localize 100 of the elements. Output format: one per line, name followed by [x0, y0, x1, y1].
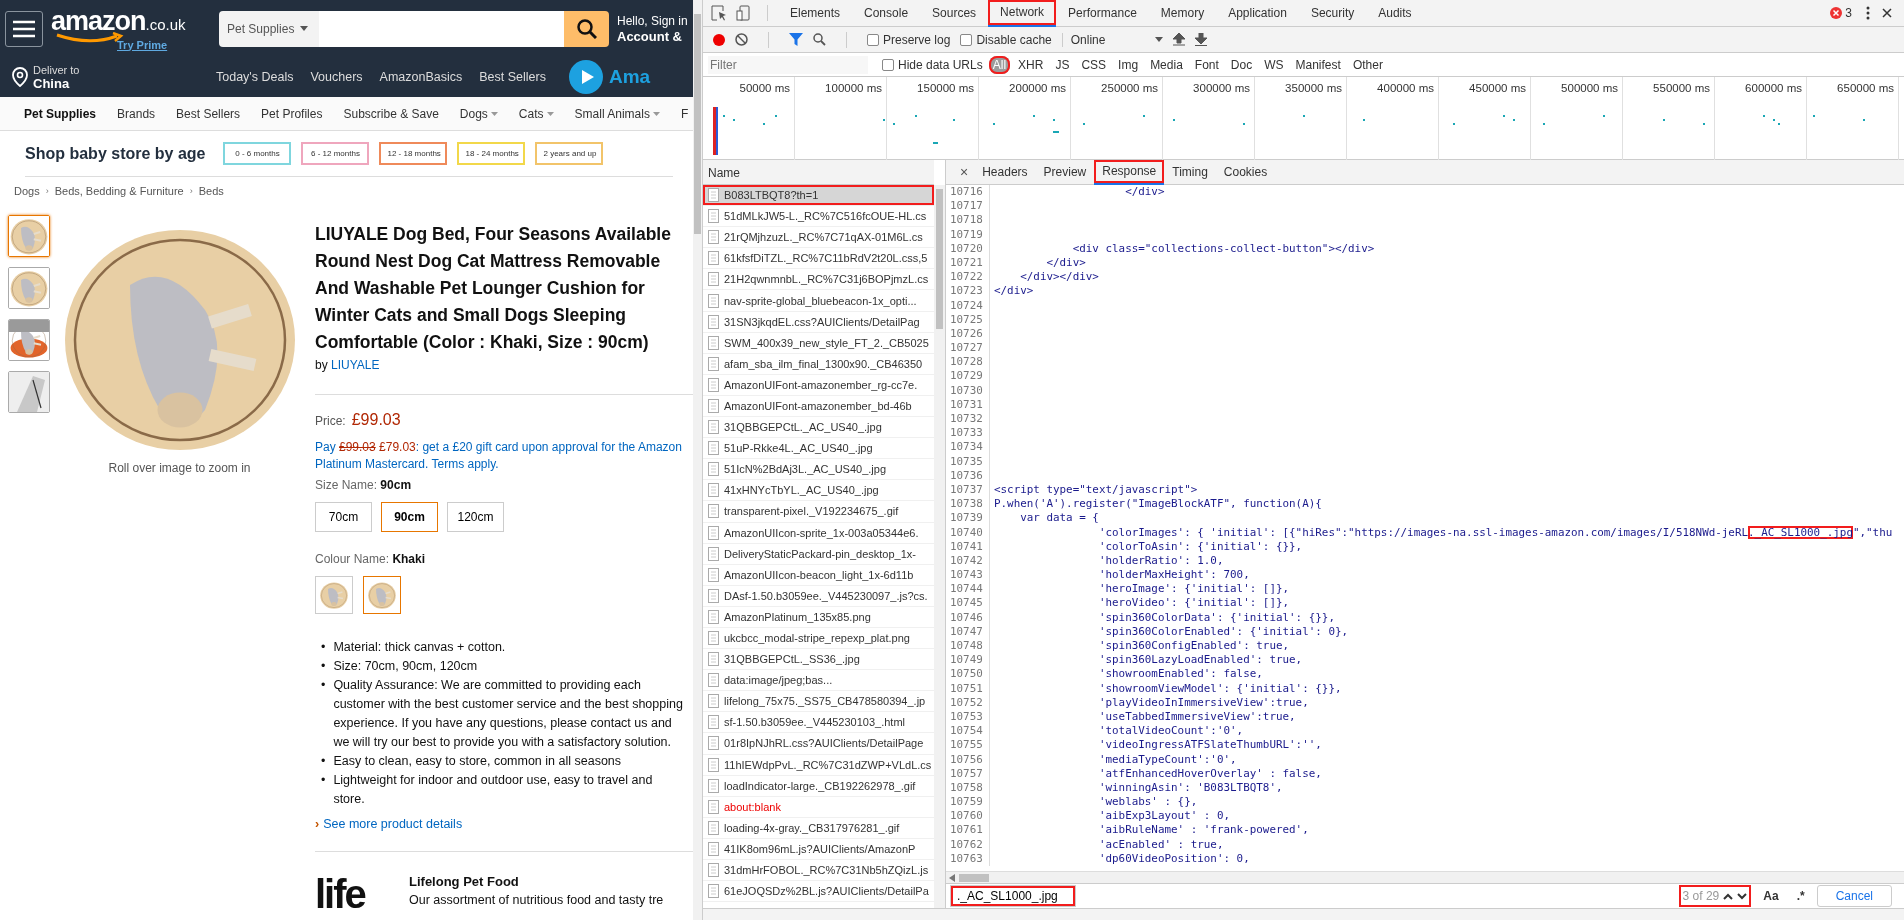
checkbox[interactable]: [960, 33, 973, 46]
type-filter[interactable]: Font: [1190, 55, 1223, 74]
type-filter[interactable]: Doc: [1226, 55, 1257, 74]
devtools-tab[interactable]: Network: [988, 0, 1057, 27]
request-row[interactable]: 21rQMjhzuzL._RC%7C71qAX-01M6L.cs: [703, 227, 934, 249]
request-row[interactable]: loadIndicator-large._CB192262978_.gif: [703, 775, 934, 797]
more-icon[interactable]: [1866, 6, 1870, 20]
request-row[interactable]: 61kfsfDiTZL._RC%7C11bRdV2t20L.css,5: [703, 248, 934, 270]
scrollbar[interactable]: [946, 871, 1904, 883]
request-row[interactable]: 41xHNYcTbYL._AC_US40_.jpg: [703, 480, 934, 502]
request-row[interactable]: 31SN3jkqdEL.css?AUIClients/DetailPag: [703, 311, 934, 333]
account-menu[interactable]: Hello, Sign in Account &: [617, 13, 688, 44]
offer-text[interactable]: Pay £99.03 £79.03: get a £20 gift card upon approval for the Amazon Platinum Mastercard. Terms apply.: [315, 439, 693, 473]
scroll-thumb[interactable]: [959, 873, 989, 882]
error-count[interactable]: 3: [1845, 6, 1852, 20]
request-row[interactable]: AmazonPlatinum_135x85.png: [703, 606, 934, 628]
nav-link[interactable]: Best Sellers: [479, 70, 546, 84]
category-link[interactable]: Pet Supplies: [24, 106, 97, 121]
request-row[interactable]: 51dMLkJW5-L._RC%7C516fcOUE-HL.cs: [703, 206, 934, 228]
request-row[interactable]: 31QBBGEPCtL._AC_US40_.jpg: [703, 417, 934, 439]
brand-link[interactable]: LIUYALE: [331, 358, 380, 372]
request-row[interactable]: SWM_400x39_new_style_FT_2._CB5025: [703, 332, 934, 354]
category-link[interactable]: Brands: [117, 106, 156, 121]
type-filter[interactable]: JS: [1051, 55, 1074, 74]
thumbnail[interactable]: [8, 215, 50, 257]
checkbox[interactable]: [867, 33, 879, 46]
type-filter[interactable]: WS: [1260, 55, 1288, 74]
see-more-link[interactable]: See more product details: [323, 817, 463, 831]
clear-icon[interactable]: [735, 33, 748, 46]
filter-field[interactable]: Filter: [708, 55, 868, 74]
devtools-tab[interactable]: Elements: [778, 0, 853, 27]
category-link[interactable]: Subscribe & Save: [343, 106, 439, 121]
request-row[interactable]: 51IcN%2BdAj3L._AC_US40_.jpg: [703, 459, 934, 481]
request-row[interactable]: 31QBBGEPCtL._SS36_.jpg: [703, 649, 934, 671]
devtools-tab[interactable]: Security: [1298, 0, 1367, 27]
brand-logo[interactable]: life: [315, 874, 395, 914]
nav-link[interactable]: AmazonBasics: [379, 70, 463, 84]
category-link[interactable]: F: [680, 106, 689, 121]
brand-title[interactable]: Lifelong Pet Food: [409, 874, 664, 889]
devtools-tab[interactable]: Sources: [920, 0, 989, 27]
type-filter[interactable]: Manifest: [1291, 55, 1345, 74]
cancel-button[interactable]: Cancel: [1816, 885, 1892, 907]
request-row[interactable]: data:image/jpeg;bas...: [703, 670, 934, 692]
type-filter[interactable]: Img: [1114, 55, 1143, 74]
upload-icon[interactable]: [1173, 33, 1186, 46]
scrollbar[interactable]: [693, 0, 702, 920]
try-prime-link[interactable]: Try Prime: [117, 38, 201, 51]
devtools-tab[interactable]: Application: [1216, 0, 1299, 27]
case-toggle[interactable]: Aa: [1757, 888, 1785, 904]
breadcrumb-link[interactable]: Beds, Bedding & Furniture: [54, 185, 184, 197]
detail-tab[interactable]: Headers: [974, 159, 1036, 185]
devtools-tab[interactable]: Console: [852, 0, 921, 27]
type-filter[interactable]: CSS: [1077, 55, 1111, 74]
close-icon[interactable]: [1882, 8, 1892, 18]
detail-tab[interactable]: Cookies: [1215, 159, 1276, 185]
request-row[interactable]: DeliveryStaticPackard-pin_desktop_1x-: [703, 543, 934, 565]
play-icon[interactable]: [568, 60, 603, 94]
category-link[interactable]: Cats: [518, 106, 554, 121]
previous-icon[interactable]: [1723, 892, 1734, 900]
category-link[interactable]: Pet Profiles: [261, 106, 323, 121]
request-row[interactable]: AmazonUIIcon-sprite_1x-003a05344e6.: [703, 522, 934, 544]
request-row[interactable]: nav-sprite-global_bluebeacon-1x_opti...: [703, 290, 934, 312]
request-row[interactable]: B083LTBQT8?th=1: [703, 185, 934, 207]
age-link[interactable]: 12 - 18 months: [379, 142, 448, 165]
checkbox[interactable]: [882, 58, 894, 71]
size-option[interactable]: 90cm: [381, 502, 438, 532]
request-row[interactable]: lifelong_75x75._SS75_CB478580394_.jp: [703, 691, 934, 713]
age-link[interactable]: 0 - 6 months: [223, 142, 292, 165]
device-icon[interactable]: [733, 3, 753, 23]
request-row[interactable]: 21H2qwnmnbL._RC%7C31j6BOPjmzL.cs: [703, 269, 934, 291]
request-row[interactable]: afam_sba_ilm_final_1300x90._CB46350: [703, 353, 934, 375]
scroll-left-icon[interactable]: [949, 873, 955, 882]
scrollbar[interactable]: [934, 185, 945, 908]
detail-tab[interactable]: Response: [1094, 159, 1165, 185]
column-header[interactable]: Name: [703, 160, 934, 185]
nav-link[interactable]: Vouchers: [310, 70, 363, 84]
type-filter[interactable]: Media: [1146, 55, 1187, 74]
search-field[interactable]: ._AC_SL1000_.jpg: [950, 885, 1076, 907]
request-row[interactable]: 61eJOQSDz%2BL.js?AUIClients/DetailPa: [703, 881, 934, 903]
detail-tab[interactable]: Timing: [1164, 159, 1216, 185]
download-icon[interactable]: [1195, 33, 1208, 46]
regex-toggle[interactable]: .*: [1790, 888, 1811, 904]
nav-link[interactable]: Today's Deals: [216, 70, 294, 84]
request-row[interactable]: AmazonUIIcon-beacon_light_1x-6d11b: [703, 564, 934, 586]
request-row[interactable]: about:blank: [703, 796, 934, 818]
age-link[interactable]: 6 - 12 months: [301, 142, 370, 165]
breadcrumb-link[interactable]: Beds: [198, 185, 224, 197]
age-link[interactable]: 2 years and up: [535, 142, 604, 165]
thumbnail[interactable]: [8, 319, 50, 361]
colour-swatch[interactable]: [363, 576, 401, 614]
deliver-location[interactable]: Deliver to China: [33, 63, 80, 91]
search-icon[interactable]: [813, 33, 826, 46]
request-row[interactable]: 31dmHrFOBOL._RC%7C31Nb5hZQizL.js: [703, 860, 934, 882]
category-link[interactable]: Small Animals: [574, 106, 660, 121]
size-option[interactable]: 70cm: [315, 502, 372, 532]
request-row[interactable]: DAsf-1.50.b3059ee._V445230097_.js?cs.: [703, 585, 934, 607]
category-dropdown[interactable]: Pet Supplies: [219, 10, 319, 47]
record-button[interactable]: [713, 33, 725, 46]
request-row[interactable]: loading-4x-gray._CB317976281_.gif: [703, 817, 934, 839]
request-row[interactable]: transparent-pixel._V192234675_.gif: [703, 501, 934, 523]
